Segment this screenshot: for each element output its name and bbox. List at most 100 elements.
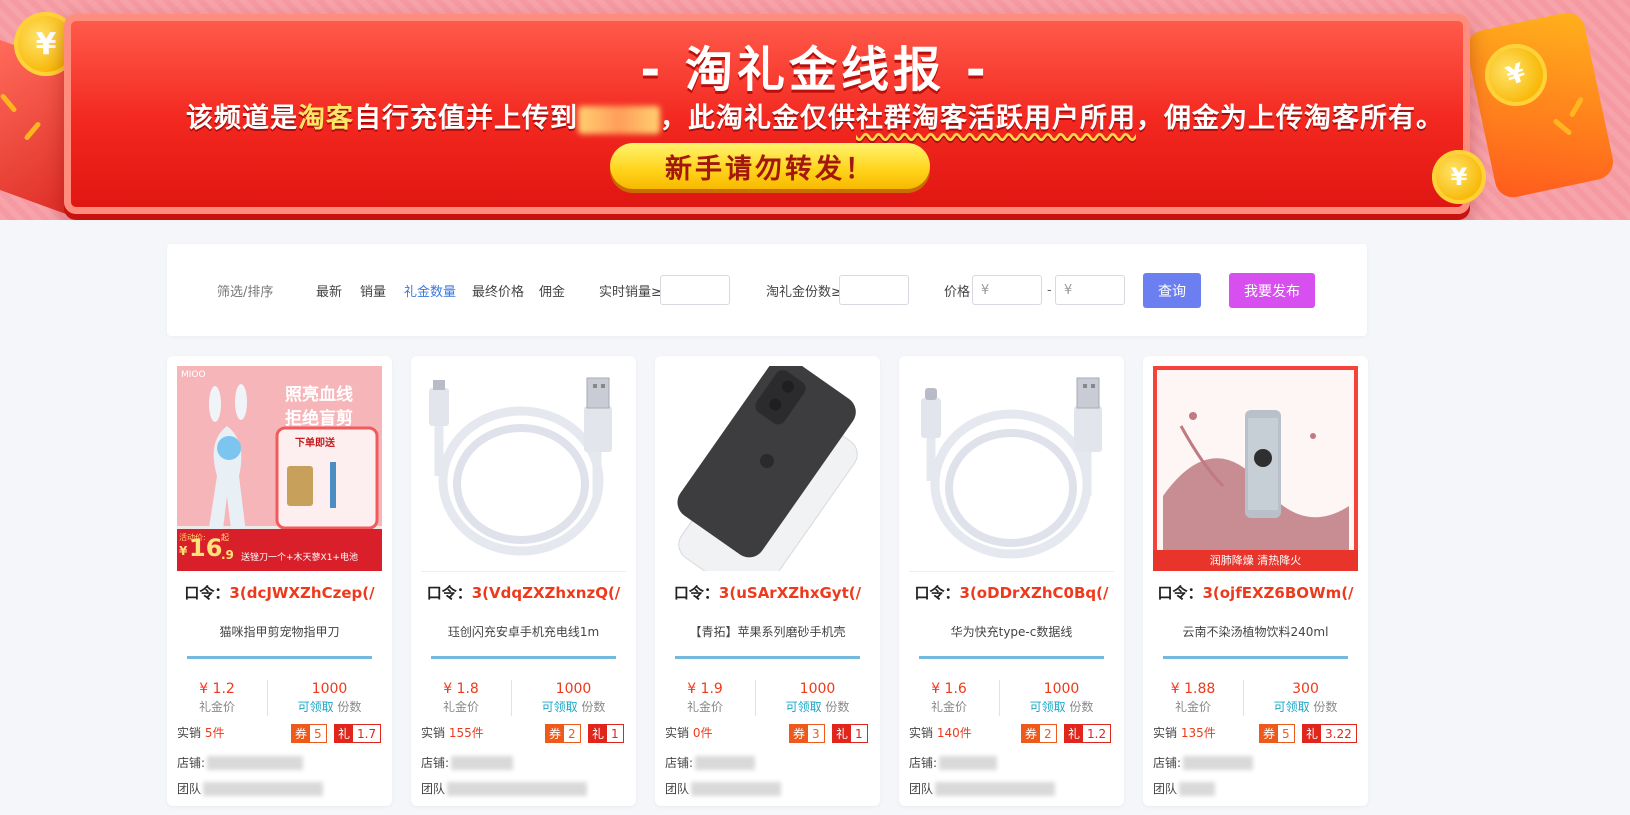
gift-count-min-input[interactable] — [839, 275, 909, 305]
sort-final-price[interactable]: 最终价格 — [472, 244, 524, 336]
banner-desc-text: 该频道是 — [186, 103, 298, 134]
product-name[interactable]: 【青拓】苹果系列磨砂手机壳 — [655, 623, 880, 640]
product-card[interactable]: MIOO 照亮血线 拒绝盲剪 下单即送 活动价: ¥ 16 .9 起 送锉刀一个… — [167, 356, 392, 806]
claim-link[interactable]: 可领取 — [1274, 700, 1310, 714]
gift-count-value: 1000 — [1043, 681, 1080, 697]
redacted-team — [691, 781, 782, 796]
sort-commission[interactable]: 佣金 — [539, 244, 565, 336]
code-value[interactable]: 3(ojfEXZ6BOWm(/ — [1202, 584, 1353, 602]
product-code[interactable]: 口令：3(oDDrXZhC0Bq(/ — [899, 582, 1124, 603]
gift-price-value: ¥ 1.88 — [1170, 681, 1216, 697]
claim-link[interactable]: 可领取 — [786, 700, 822, 714]
gift-value: 1.2 — [1083, 725, 1111, 742]
sales-min-input[interactable] — [660, 275, 730, 305]
banner-desc-underlined: 社群淘客活跃用户所用 — [856, 103, 1136, 134]
gift-value: 1 — [851, 725, 867, 742]
product-name[interactable]: 珏创闪充安卓手机充电线1m — [411, 623, 636, 640]
product-image-type-c-cable[interactable] — [909, 366, 1114, 571]
sold-value: 140件 — [936, 726, 972, 740]
sold-value: 5件 — [204, 726, 225, 740]
gift-price-caption: 礼金价 — [686, 700, 723, 714]
coupon-value: 2 — [1040, 725, 1056, 742]
product-name[interactable]: 云南不染汤植物饮料240ml — [1143, 623, 1368, 640]
claim-link[interactable]: 可领取 — [1030, 700, 1066, 714]
count-caption: 份数 — [1069, 700, 1094, 714]
team-info: 团队 — [177, 780, 324, 797]
product-card[interactable]: 口令：3(oDDrXZhC0Bq(/ 华为快充type-c数据线 ¥ 1.6 礼金… — [899, 356, 1124, 806]
team-label: 团队 — [421, 782, 446, 796]
product-card[interactable]: 口令：3(uSArXZhxGyt(/ 【青拓】苹果系列磨砂手机壳 ¥ 1.9 礼金… — [655, 356, 880, 806]
banner-desc-text: ，此淘礼金仅供 — [660, 103, 856, 134]
gift-badge: 礼 1.2 — [1064, 724, 1112, 743]
product-image-herbal-drink[interactable]: 润肺降燥 清热降火 — [1153, 366, 1358, 571]
claim-link[interactable]: 可领取 — [298, 700, 334, 714]
redacted-shop — [939, 755, 998, 770]
shop-info: 店铺: — [1153, 754, 1254, 771]
product-image-nail-clipper[interactable]: MIOO 照亮血线 拒绝盲剪 下单即送 活动价: ¥ 16 .9 起 送锉刀一个… — [177, 366, 382, 571]
team-info: 团队 — [421, 780, 588, 797]
gift-badge: 礼1 — [832, 724, 868, 743]
thumb-caption: 润肺降燥 清热降火 — [1209, 554, 1302, 567]
sold-label: 实销 — [909, 726, 934, 740]
gift-price: ¥ 1.2 礼金价 — [167, 681, 267, 717]
banner-desc-text: 自行充值并上传到 — [354, 103, 578, 134]
gift-price-value: ¥ 1.6 — [931, 681, 967, 697]
count-caption: 份数 — [825, 700, 850, 714]
gift-key: 礼 — [335, 725, 353, 742]
code-label: 口令： — [1157, 584, 1203, 602]
banner-desc-text: ，佣金为上传淘客所有。 — [1136, 103, 1444, 134]
count-caption: 份数 — [581, 700, 606, 714]
product-image-usb-cable[interactable] — [421, 366, 626, 571]
coupon-value: 3 — [808, 725, 824, 742]
sort-latest[interactable]: 最新 — [316, 244, 342, 336]
price-min-input[interactable]: ¥ — [972, 275, 1042, 305]
gift-badge: 礼1 — [588, 724, 624, 743]
price-max-input[interactable]: ¥ — [1055, 275, 1125, 305]
price-separator: - — [1047, 282, 1052, 298]
thumb-gift-tag: 下单即送 — [295, 438, 335, 449]
redacted-team — [203, 781, 324, 796]
gift-price: ¥ 1.88 礼金价 — [1143, 681, 1243, 717]
banner-warning-badge: 新手请勿转发！ — [610, 143, 930, 189]
publish-button[interactable]: 我要发布 — [1229, 273, 1315, 308]
product-code[interactable]: 口令：3(VdqZXZhxnzQ(/ — [411, 582, 636, 603]
product-image-phone-case[interactable] — [665, 366, 870, 571]
divider — [675, 656, 860, 659]
product-card[interactable]: 口令：3(VdqZXZhxnzQ(/ 珏创闪充安卓手机充电线1m ¥ 1.8 礼金… — [411, 356, 636, 806]
shop-label: 店铺: — [909, 756, 938, 770]
banner-description: 该频道是淘客自行充值并上传到 ，此淘礼金仅供社群淘客活跃用户所用，佣金为上传淘客所… — [0, 96, 1630, 135]
shop-info: 店铺: — [177, 754, 304, 771]
gift-count-value: 1000 — [555, 681, 592, 697]
gift-price: ¥ 1.6 礼金价 — [899, 681, 999, 717]
product-card[interactable]: 润肺降燥 清热降火 口令：3(ojfEXZ6BOWm(/ 云南不染汤植物饮料24… — [1143, 356, 1368, 806]
gift-count-value: 1000 — [311, 681, 348, 697]
code-value[interactable]: 3(VdqZXZhxnzQ(/ — [472, 584, 621, 602]
code-value[interactable]: 3(uSArXZhxGyt(/ — [719, 584, 861, 602]
product-code[interactable]: 口令：3(ojfEXZ6BOWm(/ — [1143, 582, 1368, 603]
gift-price-caption: 礼金价 — [442, 700, 479, 714]
gift-badge: 礼 1.7 — [334, 724, 382, 743]
thumb-promo-unit: 起 — [221, 533, 229, 542]
gift-price-value: ¥ 1.8 — [443, 681, 479, 697]
shop-label: 店铺: — [665, 756, 694, 770]
product-name[interactable]: 猫咪指甲剪宠物指甲刀 — [167, 623, 392, 640]
filter-bar: 筛选/排序 最新 销量 礼金数量 最终价格 佣金 实时销量≥ 淘礼金份数≥ 价格… — [167, 244, 1367, 336]
sold-label: 实销 — [421, 726, 446, 740]
gift-count: 1000 可领取 份数 — [755, 681, 880, 717]
product-code[interactable]: 口令：3(uSArXZhxGyt(/ — [655, 582, 880, 603]
claim-link[interactable]: 可领取 — [542, 700, 578, 714]
query-button[interactable]: 查询 — [1143, 273, 1201, 308]
coupon-badge: 券3 — [789, 724, 825, 743]
banner-desc-highlight: 淘客 — [298, 103, 354, 134]
thumb-headline: 拒绝盲剪 — [285, 409, 353, 429]
code-value[interactable]: 3(oDDrXZhC0Bq(/ — [960, 584, 1109, 602]
sort-gift-count[interactable]: 礼金数量 — [404, 244, 456, 336]
sort-sales[interactable]: 销量 — [360, 244, 386, 336]
code-value[interactable]: 3(dcJWXZhCzep(/ — [229, 584, 374, 602]
coupon-value: 2 — [564, 725, 580, 742]
sold-label: 实销 — [177, 726, 202, 740]
redacted-shop — [207, 755, 304, 770]
product-code[interactable]: 口令：3(dcJWXZhCzep(/ — [167, 582, 392, 603]
brand-logo: MIOO — [181, 370, 206, 380]
product-name[interactable]: 华为快充type-c数据线 — [899, 623, 1124, 640]
